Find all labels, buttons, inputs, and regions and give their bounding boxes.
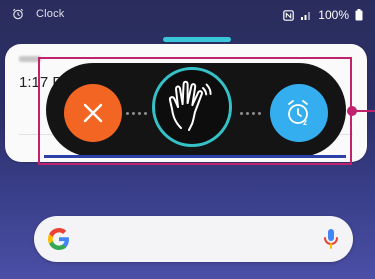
status-left: Clock	[12, 8, 65, 20]
callout-line	[352, 110, 375, 112]
mic-icon[interactable]	[321, 227, 341, 251]
status-bar: Clock 100%	[0, 0, 375, 34]
alarm-icon	[12, 8, 24, 20]
status-right: 100%	[283, 8, 363, 22]
highlight-box	[38, 57, 352, 165]
battery-icon	[355, 9, 363, 21]
google-logo-icon[interactable]	[46, 226, 72, 252]
nfc-icon	[283, 9, 295, 21]
google-search-bar[interactable]	[34, 216, 353, 262]
signal-icon	[301, 11, 311, 20]
lock-screen: Clock 100% 1:17 PM ss Sn	[0, 0, 375, 279]
drag-handle[interactable]	[163, 37, 231, 42]
status-app-name: Clock	[36, 8, 65, 20]
battery-percentage: 100%	[318, 8, 349, 22]
